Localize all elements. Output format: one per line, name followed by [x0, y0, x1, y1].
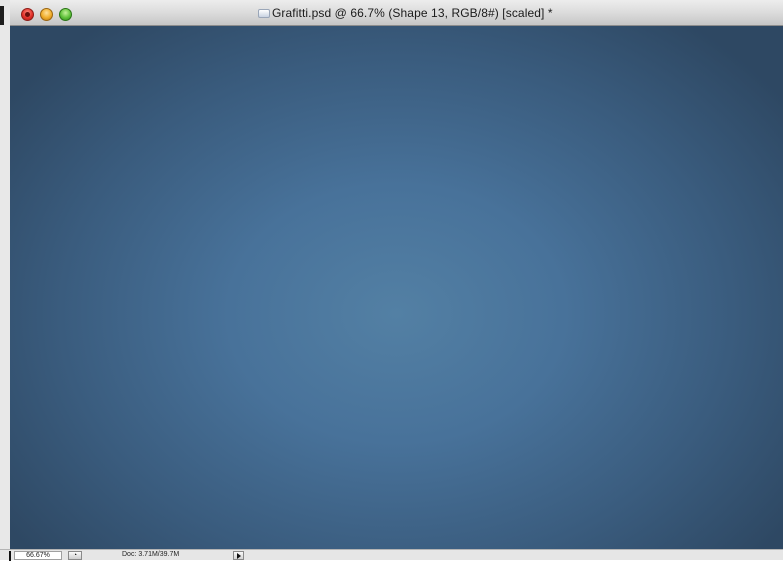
document-size-info: Doc: 3.71M/39.7M: [122, 551, 180, 558]
status-bar: 66.67% ◔ Doc: 3.71M/39.7M: [0, 549, 783, 561]
status-menu-button[interactable]: [233, 551, 244, 560]
document-canvas[interactable]: [10, 26, 783, 549]
window-edge-shadow: [0, 6, 4, 25]
window-title: Grafitti.psd @ 66.7% (Shape 13, RGB/8#) …: [272, 6, 553, 20]
play-arrow-icon: [237, 553, 241, 559]
zoom-level-field[interactable]: 66.67%: [14, 551, 62, 560]
document-icon: [258, 9, 270, 18]
title-bar[interactable]: Grafitti.psd @ 66.7% (Shape 13, RGB/8#) …: [10, 0, 783, 26]
zoom-icon[interactable]: [59, 8, 72, 21]
minimize-icon[interactable]: [40, 8, 53, 21]
photoshop-document-window: Grafitti.psd @ 66.7% (Shape 13, RGB/8#) …: [0, 0, 783, 561]
close-glyph: [25, 12, 30, 17]
close-icon[interactable]: [21, 8, 34, 21]
status-info-button[interactable]: ◔: [68, 551, 82, 560]
